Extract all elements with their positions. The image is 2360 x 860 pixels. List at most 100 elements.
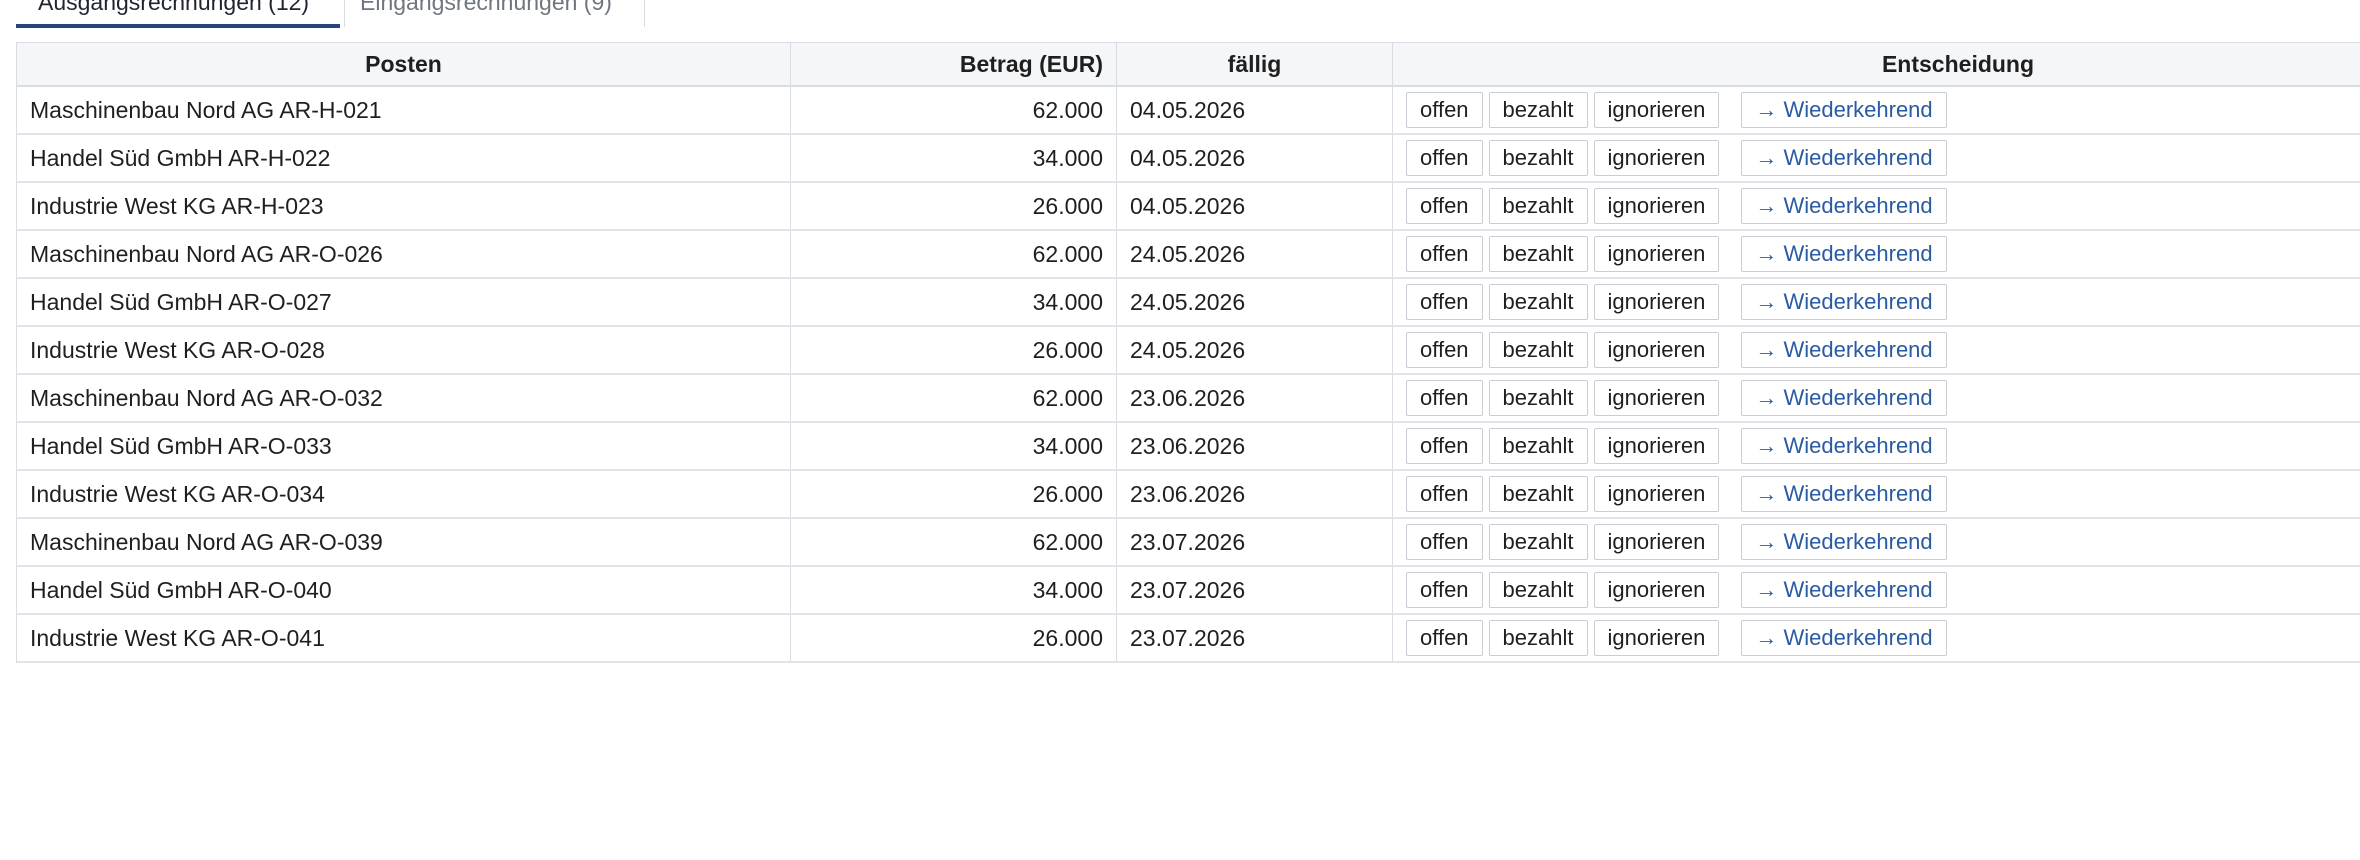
cell-betrag: 34.000 bbox=[1032, 432, 1103, 459]
offen-button[interactable]: offen bbox=[1406, 476, 1483, 512]
table-row: Industrie West KG AR-O-041 26.000 23.07.20… bbox=[16, 615, 2360, 663]
table-row: Maschinenbau Nord AG AR-O-026 62.000 24.05… bbox=[16, 231, 2360, 279]
table-header: Posten Betrag (EUR) fällig Entscheidung bbox=[16, 43, 2360, 87]
offen-button[interactable]: offen bbox=[1406, 380, 1483, 416]
wiederkehrend-button[interactable]: → Wiederkehrend bbox=[1741, 92, 1947, 128]
invoice-table: Posten Betrag (EUR) fällig Entscheidung … bbox=[16, 42, 2360, 663]
tab-active-indicator bbox=[16, 24, 340, 28]
cell-faellig: 24.05.2026 bbox=[1130, 288, 1246, 315]
wiederkehrend-button[interactable]: → Wiederkehrend bbox=[1741, 620, 1947, 656]
ignorieren-button[interactable]: ignorieren bbox=[1593, 92, 1720, 128]
tab-eingangsrechnungen[interactable]: Eingangsrechnungen (9) bbox=[340, 0, 640, 30]
cell-entscheidung: offen bezahlt ignorieren → Wiederkehrend bbox=[1393, 327, 2360, 373]
bezahlt-button[interactable]: bezahlt bbox=[1488, 524, 1588, 560]
bezahlt-button[interactable]: bezahlt bbox=[1488, 92, 1588, 128]
cell-betrag: 26.000 bbox=[1032, 336, 1103, 363]
bezahlt-button[interactable]: bezahlt bbox=[1488, 476, 1588, 512]
bezahlt-button[interactable]: bezahlt bbox=[1488, 620, 1588, 656]
ignorieren-button[interactable]: ignorieren bbox=[1593, 380, 1720, 416]
column-header-posten[interactable]: Posten bbox=[17, 43, 790, 85]
offen-button[interactable]: offen bbox=[1406, 188, 1483, 224]
bezahlt-button[interactable]: bezahlt bbox=[1488, 332, 1588, 368]
cell-posten: Handel Süd GmbH AR-O-027 bbox=[30, 288, 332, 315]
cell-betrag: 34.000 bbox=[1032, 576, 1103, 603]
ignorieren-button[interactable]: ignorieren bbox=[1593, 572, 1720, 608]
ignorieren-button[interactable]: ignorieren bbox=[1593, 620, 1720, 656]
ignorieren-button[interactable]: ignorieren bbox=[1593, 284, 1720, 320]
column-header-faellig[interactable]: fällig bbox=[1117, 43, 1392, 85]
bezahlt-button[interactable]: bezahlt bbox=[1488, 236, 1588, 272]
offen-button[interactable]: offen bbox=[1406, 428, 1483, 464]
table-row: Maschinenbau Nord AG AR-O-039 62.000 23.07… bbox=[16, 519, 2360, 567]
offen-button[interactable]: offen bbox=[1406, 236, 1483, 272]
table-body: Maschinenbau Nord AG AR-H-021 62.000 04.05… bbox=[16, 87, 2360, 663]
column-header-entscheidung[interactable]: Entscheidung bbox=[1393, 43, 2360, 85]
ignorieren-button[interactable]: ignorieren bbox=[1593, 428, 1720, 464]
cell-betrag: 34.000 bbox=[1032, 144, 1103, 171]
cell-entscheidung: offen bezahlt ignorieren → Wiederkehrend bbox=[1393, 279, 2360, 325]
cell-entscheidung: offen bezahlt ignorieren → Wiederkehrend bbox=[1393, 423, 2360, 469]
offen-button[interactable]: offen bbox=[1406, 332, 1483, 368]
wiederkehrend-button[interactable]: → Wiederkehrend bbox=[1741, 380, 1947, 416]
wiederkehrend-button[interactable]: → Wiederkehrend bbox=[1741, 284, 1947, 320]
bezahlt-button[interactable]: bezahlt bbox=[1488, 380, 1588, 416]
cell-faellig: 23.06.2026 bbox=[1130, 432, 1246, 459]
table-row: Maschinenbau Nord AG AR-O-032 62.000 23.06… bbox=[16, 375, 2360, 423]
ignorieren-button[interactable]: ignorieren bbox=[1593, 140, 1720, 176]
wiederkehrend-button[interactable]: → Wiederkehrend bbox=[1741, 476, 1947, 512]
cell-posten: Industrie West KG AR-O-028 bbox=[30, 336, 325, 363]
cell-betrag: 26.000 bbox=[1032, 480, 1103, 507]
wiederkehrend-button[interactable]: → Wiederkehrend bbox=[1741, 572, 1947, 608]
wiederkehrend-button[interactable]: → Wiederkehrend bbox=[1741, 332, 1947, 368]
bezahlt-button[interactable]: bezahlt bbox=[1488, 428, 1588, 464]
cell-entscheidung: offen bezahlt ignorieren → Wiederkehrend bbox=[1393, 567, 2360, 613]
cell-faellig: 04.05.2026 bbox=[1130, 192, 1246, 219]
bezahlt-button[interactable]: bezahlt bbox=[1488, 140, 1588, 176]
ignorieren-button[interactable]: ignorieren bbox=[1593, 332, 1720, 368]
cell-entscheidung: offen bezahlt ignorieren → Wiederkehrend bbox=[1393, 375, 2360, 421]
cell-faellig: 04.05.2026 bbox=[1130, 144, 1246, 171]
bezahlt-button[interactable]: bezahlt bbox=[1488, 188, 1588, 224]
tab-divider bbox=[644, 0, 645, 27]
table-row: Industrie West KG AR-H-023 26.000 04.05.20… bbox=[16, 183, 2360, 231]
cell-entscheidung: offen bezahlt ignorieren → Wiederkehrend bbox=[1393, 231, 2360, 277]
cell-betrag: 26.000 bbox=[1032, 192, 1103, 219]
tab-ausgangsrechnungen[interactable]: Ausgangsrechnungen (12) bbox=[16, 0, 340, 30]
cell-betrag: 62.000 bbox=[1032, 96, 1103, 123]
cell-betrag: 34.000 bbox=[1032, 288, 1103, 315]
offen-button[interactable]: offen bbox=[1406, 92, 1483, 128]
cell-posten: Handel Süd GmbH AR-O-033 bbox=[30, 432, 332, 459]
tab-bar: Ausgangsrechnungen (12) Eingangsrechnung… bbox=[16, 0, 645, 30]
offen-button[interactable]: offen bbox=[1406, 524, 1483, 560]
offen-button[interactable]: offen bbox=[1406, 620, 1483, 656]
table-row: Handel Süd GmbH AR-H-022 34.000 04.05.2026… bbox=[16, 135, 2360, 183]
cell-faellig: 23.06.2026 bbox=[1130, 384, 1246, 411]
cell-posten: Handel Süd GmbH AR-O-040 bbox=[30, 576, 332, 603]
cell-faellig: 23.07.2026 bbox=[1130, 576, 1246, 603]
cell-betrag: 62.000 bbox=[1032, 528, 1103, 555]
wiederkehrend-button[interactable]: → Wiederkehrend bbox=[1741, 428, 1947, 464]
cell-faellig: 23.06.2026 bbox=[1130, 480, 1246, 507]
table-row: Handel Süd GmbH AR-O-040 34.000 23.07.2026… bbox=[16, 567, 2360, 615]
cell-entscheidung: offen bezahlt ignorieren → Wiederkehrend bbox=[1393, 519, 2360, 565]
wiederkehrend-button[interactable]: → Wiederkehrend bbox=[1741, 236, 1947, 272]
offen-button[interactable]: offen bbox=[1406, 284, 1483, 320]
cell-faellig: 24.05.2026 bbox=[1130, 240, 1246, 267]
cell-posten: Industrie West KG AR-O-034 bbox=[30, 480, 325, 507]
offen-button[interactable]: offen bbox=[1406, 140, 1483, 176]
ignorieren-button[interactable]: ignorieren bbox=[1593, 524, 1720, 560]
cell-posten: Maschinenbau Nord AG AR-O-032 bbox=[30, 384, 383, 411]
ignorieren-button[interactable]: ignorieren bbox=[1593, 188, 1720, 224]
column-header-betrag[interactable]: Betrag (EUR) bbox=[791, 43, 1116, 85]
table-row: Industrie West KG AR-O-028 26.000 24.05.20… bbox=[16, 327, 2360, 375]
wiederkehrend-button[interactable]: → Wiederkehrend bbox=[1741, 188, 1947, 224]
bezahlt-button[interactable]: bezahlt bbox=[1488, 572, 1588, 608]
wiederkehrend-button[interactable]: → Wiederkehrend bbox=[1741, 524, 1947, 560]
ignorieren-button[interactable]: ignorieren bbox=[1593, 236, 1720, 272]
wiederkehrend-button[interactable]: → Wiederkehrend bbox=[1741, 140, 1947, 176]
cell-betrag: 62.000 bbox=[1032, 384, 1103, 411]
ignorieren-button[interactable]: ignorieren bbox=[1593, 476, 1720, 512]
offen-button[interactable]: offen bbox=[1406, 572, 1483, 608]
cell-entscheidung: offen bezahlt ignorieren → Wiederkehrend bbox=[1393, 87, 2360, 133]
bezahlt-button[interactable]: bezahlt bbox=[1488, 284, 1588, 320]
